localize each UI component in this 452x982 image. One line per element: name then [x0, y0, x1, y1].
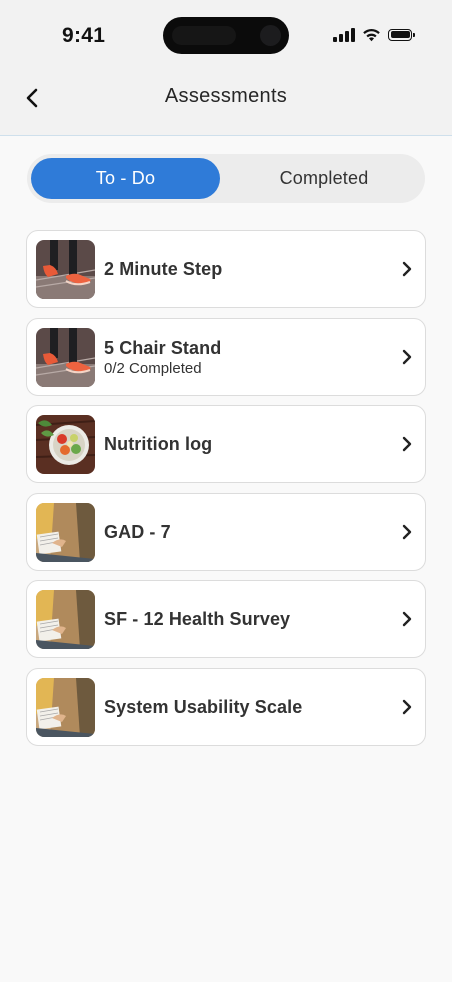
person-writing-thumbnail [36, 678, 95, 737]
island-sensor [172, 26, 236, 45]
assessment-title: GAD - 7 [104, 521, 171, 542]
assessment-item-gad-7[interactable]: GAD - 7 [26, 493, 426, 571]
person-writing-thumbnail [36, 590, 95, 649]
island-camera [260, 25, 281, 46]
assessment-title: 2 Minute Step [104, 258, 223, 279]
status-time: 9:41 [62, 24, 106, 47]
sneakers-thumbnail [36, 328, 95, 387]
tab-to-do[interactable]: To - Do [31, 158, 220, 199]
chevron-right-icon [402, 524, 412, 540]
chevron-right-icon [402, 261, 412, 277]
sneakers-thumbnail [36, 240, 95, 299]
assessment-title: 5 Chair Stand [104, 337, 222, 358]
chevron-right-icon [402, 436, 412, 452]
assessment-item-nutrition-log[interactable]: Nutrition log [26, 405, 426, 483]
battery-icon [388, 28, 415, 41]
wifi-icon [363, 28, 380, 41]
page-title: Assessments [164, 85, 288, 107]
salad-bowl-thumbnail [36, 415, 95, 474]
chevron-right-icon [402, 349, 412, 365]
assessment-item-system-usability-scale[interactable]: System Usability Scale [26, 668, 426, 746]
assessment-title: SF - 12 Health Survey [104, 608, 291, 629]
assessment-item-sf-12-health-survey[interactable]: SF - 12 Health Survey [26, 580, 426, 658]
assessment-title: Nutrition log [104, 433, 213, 454]
assessment-title: System Usability Scale [104, 696, 303, 717]
chevron-right-icon [402, 611, 412, 627]
dynamic-island [163, 17, 289, 54]
assessment-item-5-chair-stand[interactable]: 5 Chair Stand 0/2 Completed [26, 318, 426, 396]
chevron-right-icon [402, 699, 412, 715]
tab-completed[interactable]: Completed [227, 158, 421, 199]
nav-bar: Assessments [0, 72, 452, 136]
status-bar: 9:41 [0, 0, 452, 72]
cellular-signal-icon [333, 27, 355, 42]
assessment-item-2-minute-step[interactable]: 2 Minute Step [26, 230, 426, 308]
person-writing-thumbnail [36, 503, 95, 562]
assessment-progress: 0/2 Completed [104, 359, 202, 377]
status-icons [333, 27, 415, 42]
tab-switcher: To - Do Completed [27, 154, 425, 203]
